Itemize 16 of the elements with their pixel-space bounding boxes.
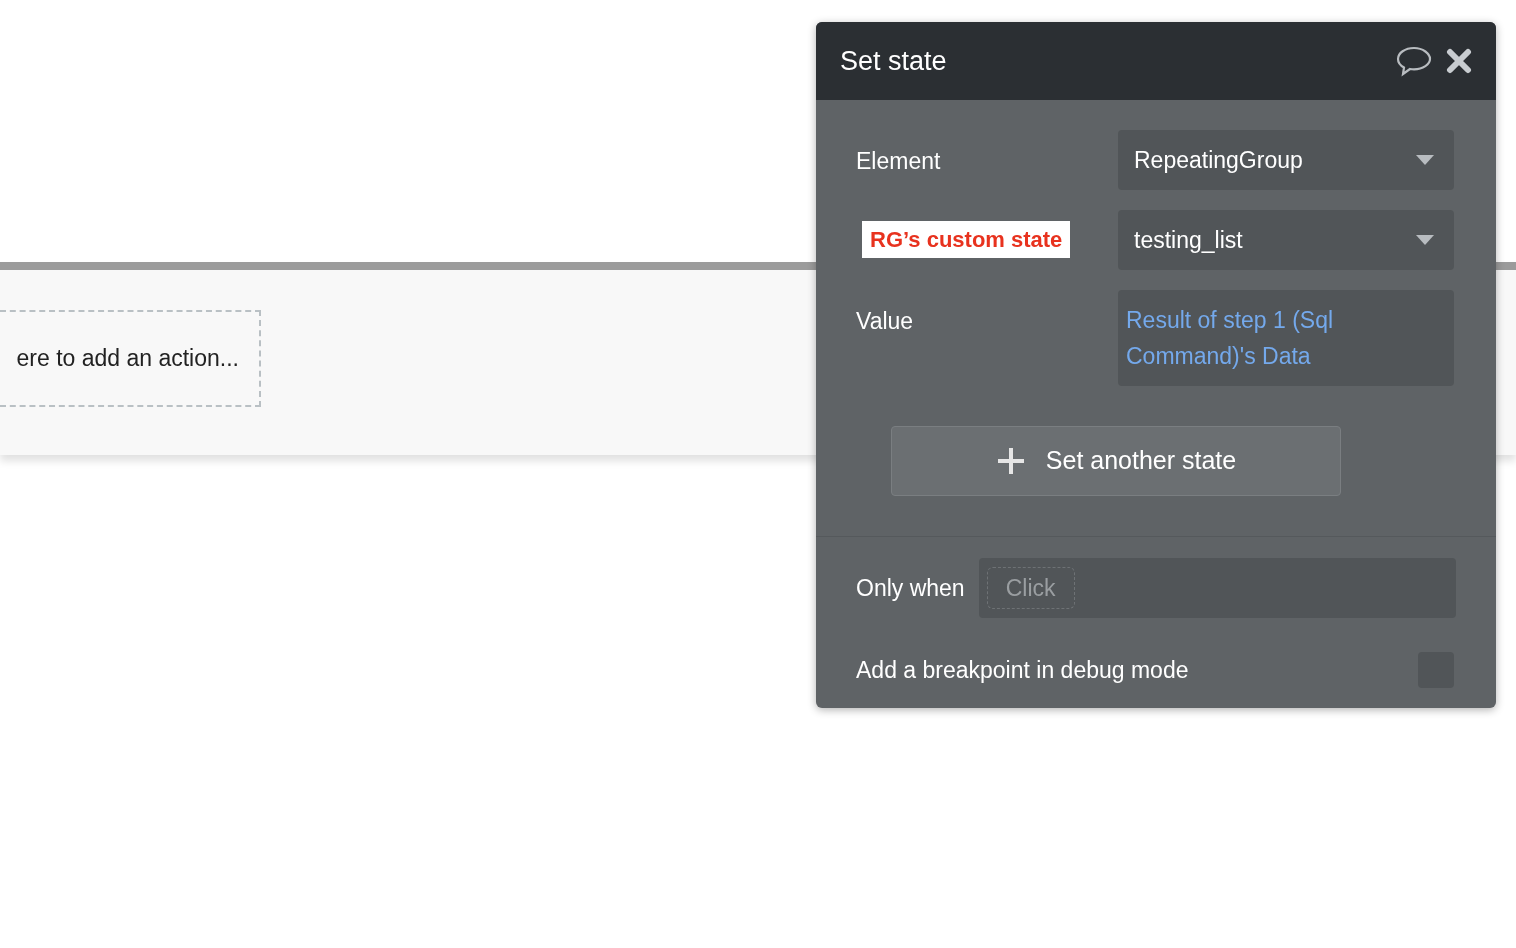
set-another-state-button[interactable]: Set another state [891, 426, 1341, 496]
caret-icon [1416, 155, 1434, 165]
close-icon[interactable] [1446, 48, 1472, 74]
caret-icon [1416, 235, 1434, 245]
breakpoint-label: Add a breakpoint in debug mode [856, 655, 1189, 685]
field-label: Element [856, 147, 941, 176]
panel-title: Set state [840, 44, 948, 78]
add-action-slot[interactable]: ere to add an action... [0, 310, 261, 407]
annotation-label: RG’s custom state [862, 221, 1071, 258]
field-label: Value [856, 307, 914, 336]
dropdown[interactable]: testing_list [1118, 210, 1454, 270]
only-when-label: Only when [856, 573, 965, 603]
plus-icon [995, 446, 1026, 476]
condition-placeholder: Click [986, 566, 1075, 610]
comment-icon[interactable] [1396, 45, 1432, 77]
dropdown[interactable]: RepeatingGroup [1118, 130, 1454, 190]
